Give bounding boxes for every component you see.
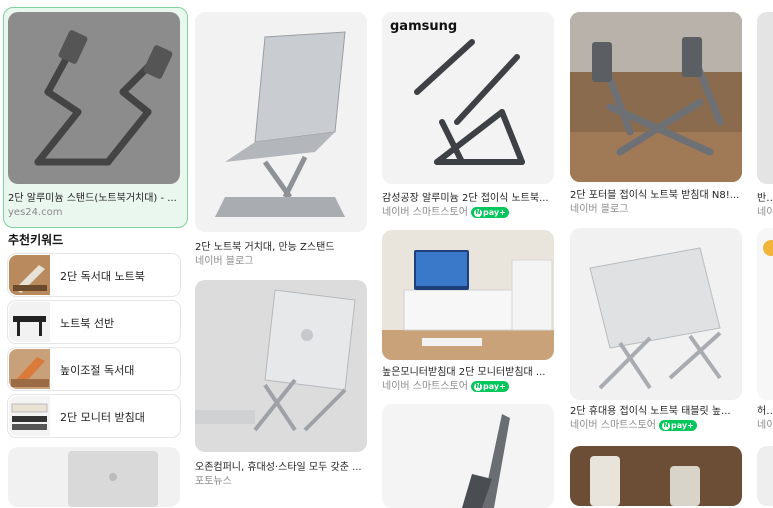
result-source-7: 네이버 스마트스토어 Npay+: [382, 380, 509, 393]
result-source-6: 포토뉴스: [195, 475, 232, 488]
result-title-1[interactable]: 2단 알루미늄 스탠드(노트북거치대) - ...: [8, 192, 180, 205]
result-source-2: 네이버 블로그: [195, 255, 253, 268]
result-title-9[interactable]: 허리: [757, 405, 773, 418]
result-thumbnail-6[interactable]: [195, 280, 367, 452]
result-title-6[interactable]: 오존컴퍼니, 휴대성·스타일 모두 갖춘 ...: [195, 461, 367, 474]
keyword-item-2[interactable]: 노트북 선반: [7, 300, 181, 344]
result-thumbnail-col4-bottom[interactable]: [570, 446, 742, 506]
result-thumbnail-col3-bottom[interactable]: [382, 404, 554, 508]
result-title-8[interactable]: 2단 휴대용 접이식 노트북 태블릿 높...: [570, 405, 742, 418]
brand-watermark: gamsung: [390, 19, 457, 34]
result-thumbnail-col5-bottom[interactable]: [757, 446, 773, 506]
result-thumbnail-2[interactable]: [195, 12, 367, 232]
result-thumbnail-9[interactable]: [757, 228, 773, 400]
result-source-1: yes24.com: [8, 206, 63, 219]
result-source-3: 네이버 스마트스토어 Npay+: [382, 206, 509, 219]
keyword-item-4[interactable]: 2단 모니터 받침대: [7, 394, 181, 438]
result-thumbnail-8[interactable]: [570, 228, 742, 400]
npay-n-icon: N: [661, 421, 670, 430]
npay-n-icon: N: [473, 208, 482, 217]
npay-badge: Npay+: [470, 207, 509, 218]
npay-label: pay+: [482, 208, 506, 217]
npay-badge: Npay+: [658, 420, 697, 431]
result-source-4: 네이버 블로그: [570, 203, 628, 216]
source-label: 네이버 스마트스토어: [382, 207, 468, 218]
result-title-2[interactable]: 2단 노트북 거치대, 만능 Z스탠드: [195, 241, 367, 254]
result-title-7[interactable]: 높은모니터받침대 2단 모니터받침대 ...: [382, 366, 554, 379]
keyword-label: 노트북 선반: [60, 317, 115, 330]
keyword-thumbnail: [9, 349, 50, 389]
result-thumbnail-col1-bottom[interactable]: [8, 447, 180, 507]
keyword-thumbnail: [9, 255, 50, 295]
source-label: 네이: [757, 420, 773, 431]
related-keywords-title: 추천키워드: [8, 233, 64, 247]
result-source-5: 네이: [757, 206, 773, 219]
source-label: 네이버 블로그: [570, 204, 629, 215]
result-source-9: 네이: [757, 419, 773, 432]
npay-n-icon: N: [473, 382, 482, 391]
result-source-8: 네이버 스마트스토어 Npay+: [570, 419, 697, 432]
result-title-3[interactable]: 감성공장 알루미늄 2단 접이식 노트북...: [382, 192, 554, 205]
keyword-item-1[interactable]: 2단 독서대 노트북: [7, 253, 181, 297]
npay-label: pay+: [482, 382, 506, 391]
source-label: 포토뉴스: [195, 476, 232, 487]
result-title-4[interactable]: 2단 포터블 접이식 노트북 받침대 N8!...: [570, 189, 742, 202]
npay-badge: Npay+: [470, 381, 509, 392]
result-thumbnail-1[interactable]: [8, 12, 180, 184]
source-label: yes24.com: [8, 207, 63, 218]
keyword-label: 2단 모니터 받침대: [60, 411, 145, 424]
npay-label: pay+: [670, 421, 694, 430]
result-title-5[interactable]: 반라: [757, 192, 773, 205]
source-label: 네이버 스마트스토어: [382, 381, 468, 392]
source-label: 네이버 블로그: [195, 256, 254, 267]
result-thumbnail-7[interactable]: [382, 230, 554, 360]
result-thumbnail-4[interactable]: [570, 12, 742, 182]
source-label: 네이: [757, 207, 773, 218]
keyword-item-3[interactable]: 높이조절 독서대: [7, 347, 181, 391]
keyword-label: 높이조절 독서대: [60, 364, 135, 377]
result-thumbnail-3[interactable]: gamsung: [382, 12, 554, 184]
keyword-thumbnail: [9, 302, 50, 342]
keyword-label: 2단 독서대 노트북: [60, 270, 145, 283]
result-thumbnail-5[interactable]: [757, 12, 773, 184]
keyword-thumbnail: [9, 396, 50, 436]
source-label: 네이버 스마트스토어: [570, 420, 656, 431]
